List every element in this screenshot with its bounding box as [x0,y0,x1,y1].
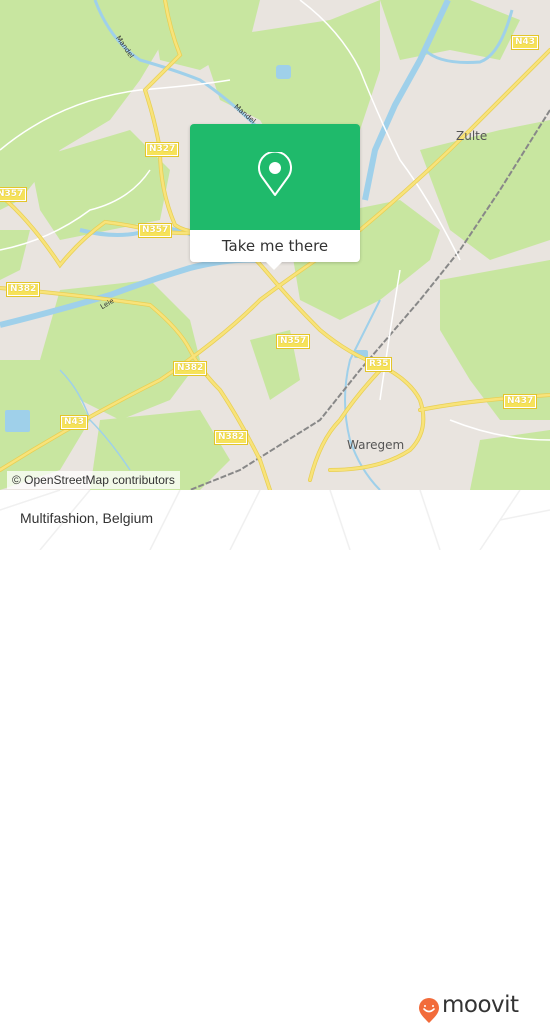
road-shield-n357: N357 [137,223,173,238]
location-popup: Take me there [190,124,360,270]
road-shield-n437: N437 [502,394,538,409]
road-shield-n382: N382 [213,430,249,445]
road-shield-n357: N357 [275,334,311,349]
location-title: Multifashion, Belgium [20,510,154,526]
popup-header [190,124,360,230]
moovit-wordmark: moovit [442,992,519,1018]
take-me-there-button[interactable]: Take me there [190,230,360,262]
moovit-pin-icon [419,998,439,1023]
road-shield-n382: N382 [172,361,208,376]
road-shield-n357: N357 [0,187,28,202]
map-view[interactable]: N43 N327 N357 N357 N382 N382 N382 N43 N3… [0,0,550,490]
place-label-zulte: Zulte [456,129,488,143]
footer: Multifashion, Belgium moovit [0,490,550,1023]
road-shield-n327: N327 [144,142,180,157]
map-attribution[interactable]: © OpenStreetMap contributors [7,471,180,489]
road-shield-n382: N382 [5,282,41,297]
road-shield-n43: N43 [59,415,89,430]
map-pin-icon [258,152,292,196]
road-shield-r35: R35 [364,357,393,372]
popup-pointer [265,261,283,270]
place-label-waregem: Waregem [347,438,405,452]
road-shield-n43: N43 [510,35,540,50]
